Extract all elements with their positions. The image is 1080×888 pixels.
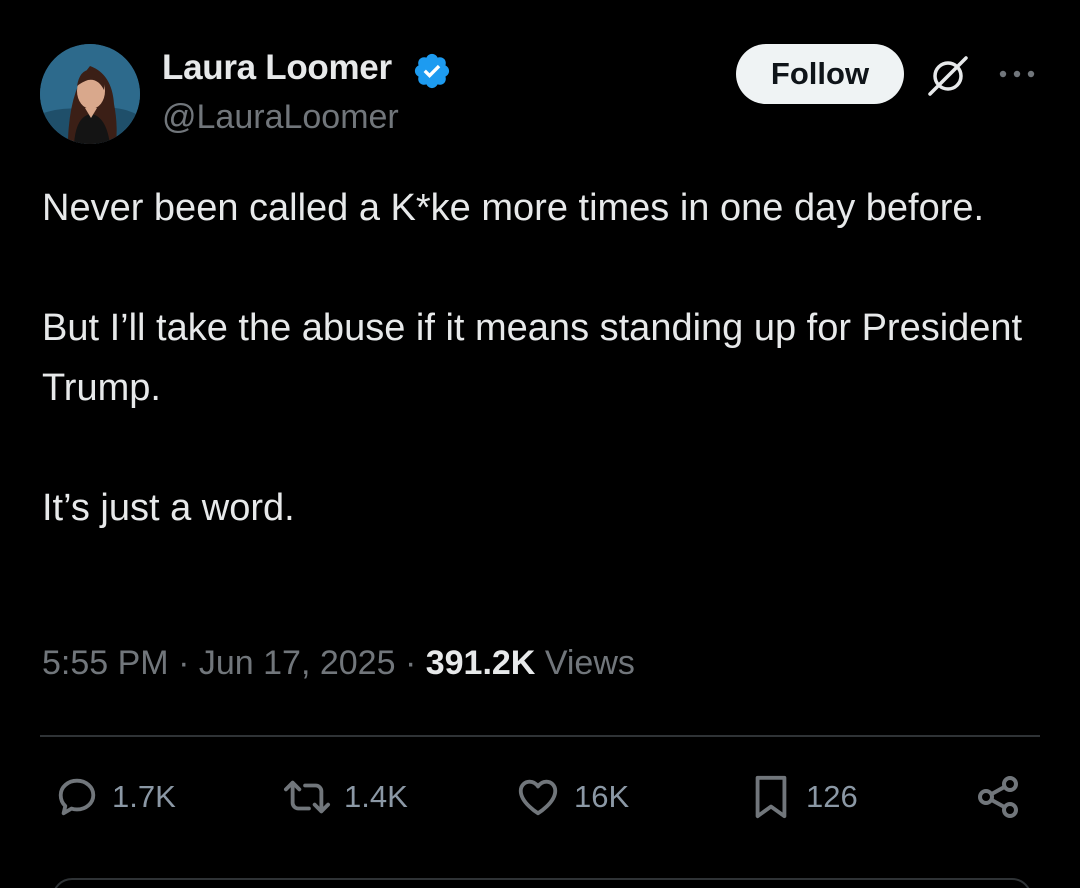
divider (40, 735, 1040, 737)
more-options-icon[interactable] (998, 64, 1036, 84)
tweet-time[interactable]: 5:55 PM (42, 644, 169, 682)
meta-separator: · (178, 644, 190, 682)
bookmark-button[interactable]: 126 (748, 772, 858, 822)
bookmark-count: 126 (806, 779, 858, 814)
share-button[interactable] (974, 772, 1022, 822)
reply-icon (58, 778, 96, 816)
repost-count: 1.4K (344, 779, 408, 814)
repost-icon (283, 780, 330, 814)
like-count: 16K (574, 779, 630, 814)
meta-separator: · (404, 644, 417, 682)
reply-composer-bar[interactable] (52, 878, 1032, 888)
grok-icon[interactable] (926, 54, 970, 98)
reply-button[interactable]: 1.7K (54, 772, 176, 822)
author-handle[interactable]: @LauraLoomer (162, 98, 399, 137)
tweet-paragraph: It’s just a word. (42, 487, 295, 529)
reply-count: 1.7K (112, 779, 176, 814)
repost-button[interactable]: 1.4K (282, 772, 408, 822)
tweet-date[interactable]: Jun 17, 2025 (199, 644, 396, 682)
tweet-text: Never been called a K*ke more times in o… (42, 178, 1042, 538)
like-button[interactable]: 16K (514, 772, 629, 822)
heart-icon (518, 779, 558, 816)
views-count[interactable]: 391.2K (426, 644, 536, 682)
tweet-card: Laura Loomer @LauraLoomer Follow Never b… (0, 0, 1080, 888)
share-icon (978, 776, 1018, 818)
avatar[interactable] (40, 44, 140, 144)
tweet-meta: 5:55 PM · Jun 17, 2025 · 391.2K Views (42, 644, 635, 683)
author-display-name[interactable]: Laura Loomer (162, 48, 392, 88)
bookmark-icon (755, 775, 787, 819)
tweet-paragraph: But I’ll take the abuse if it means stan… (42, 307, 1023, 409)
avatar-image (40, 44, 140, 144)
tweet-paragraph: Never been called a K*ke more times in o… (42, 187, 985, 229)
follow-button[interactable]: Follow (736, 44, 904, 104)
views-label: Views (544, 644, 635, 682)
verified-badge-icon (414, 53, 450, 89)
